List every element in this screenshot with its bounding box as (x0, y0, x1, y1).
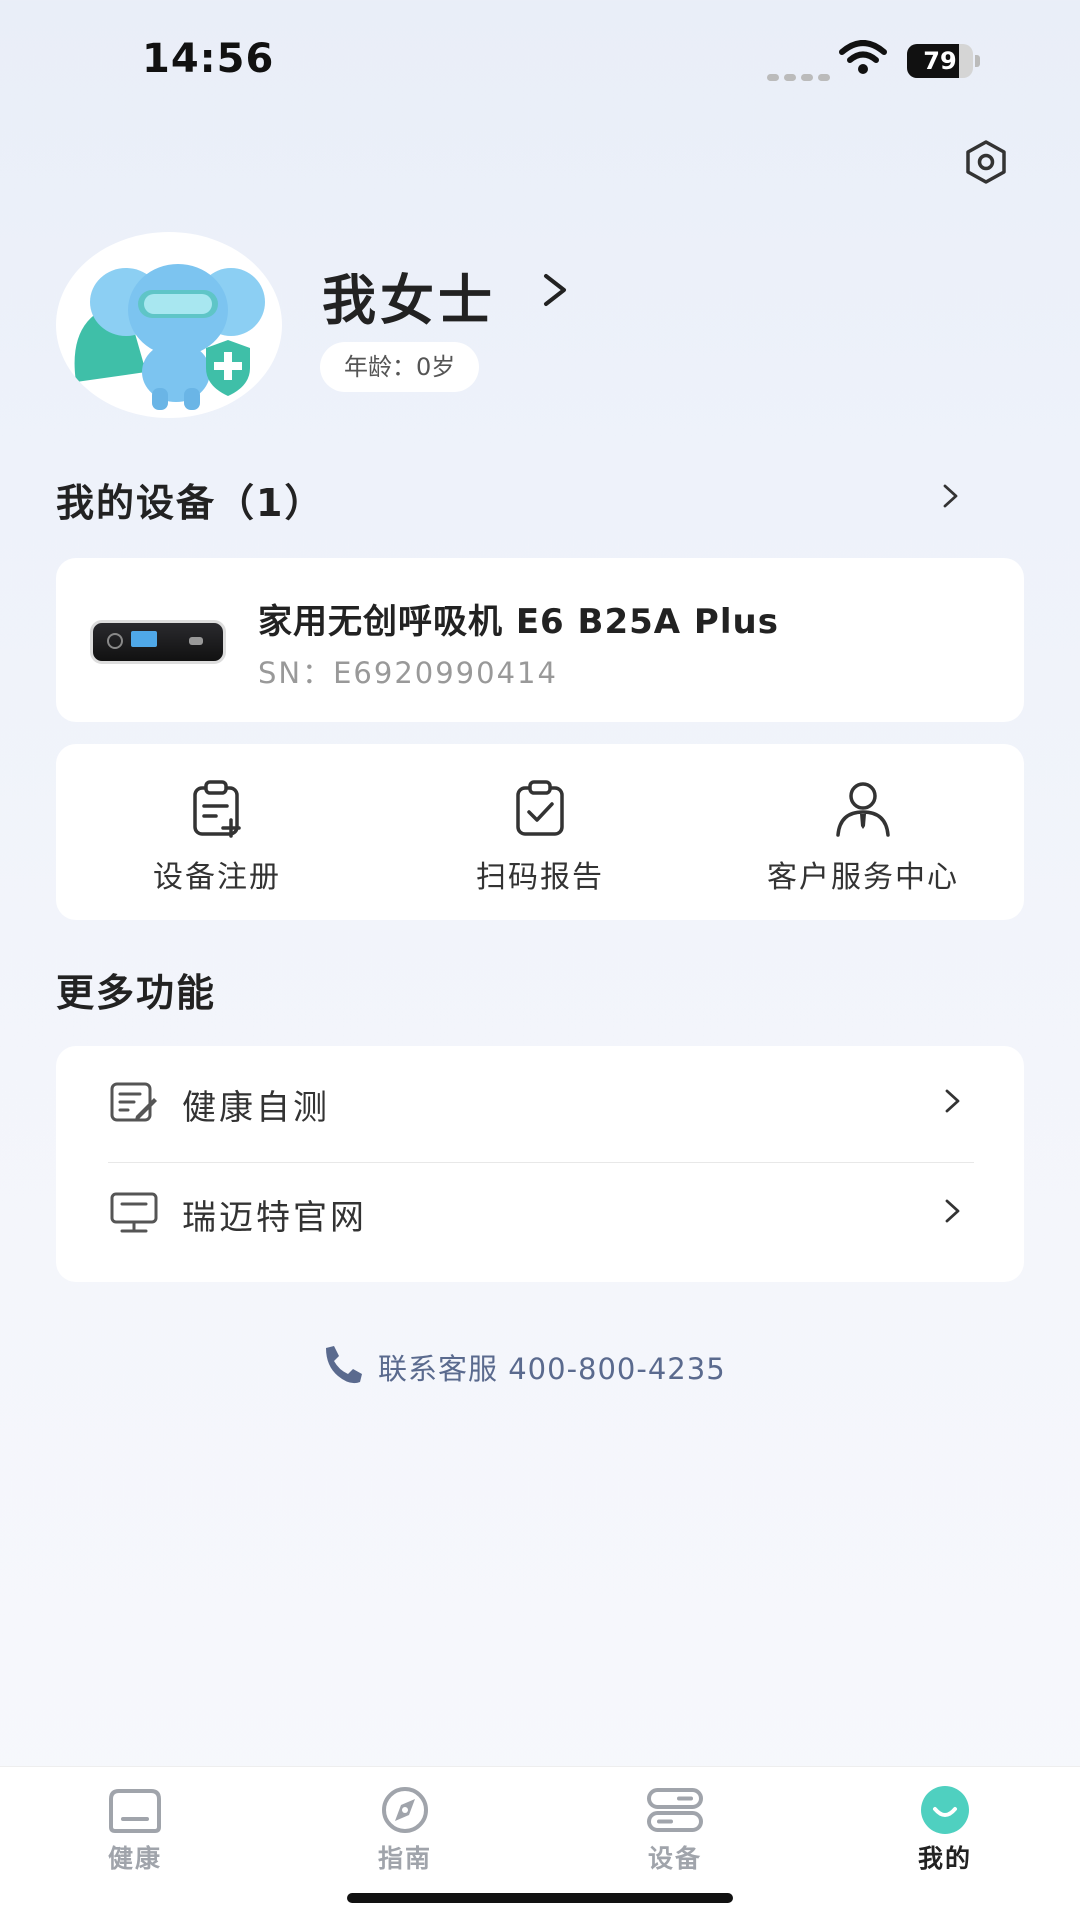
settings-button[interactable] (960, 136, 1012, 188)
tab-health-label: 健康 (107, 1844, 162, 1873)
tab-device[interactable]: 设备 (540, 1767, 810, 1887)
tab-mine-label: 我的 (917, 1844, 972, 1873)
tab-guide[interactable]: 指南 (270, 1767, 540, 1887)
elephant-mascot-illustration (74, 264, 265, 410)
settings-hexagon-icon (966, 140, 1006, 184)
chevron-right-icon (945, 1089, 960, 1113)
official-website-label: 瑞迈特官网 (182, 1198, 367, 1238)
tab-health[interactable]: 健康 (0, 1767, 270, 1887)
device-register-button[interactable]: 设备注册 (56, 744, 378, 920)
wifi-icon (838, 40, 888, 80)
device-register-label: 设备注册 (153, 860, 281, 895)
clipboard-plus-icon (193, 780, 241, 838)
contact-service-text: 联系客服 400-800-4235 (378, 1352, 726, 1386)
status-time: 14:56 (142, 36, 275, 82)
cellular-signal-icon (767, 66, 835, 85)
scan-report-button[interactable]: 扫码报告 (379, 744, 701, 920)
clipboard-check-icon (516, 780, 564, 836)
battery-level: 79 (923, 47, 957, 75)
monitor-icon (110, 1192, 158, 1233)
contact-service-link[interactable]: 联系客服 400-800-4235 (320, 1344, 725, 1386)
tab-device-label: 设备 (647, 1844, 702, 1873)
health-test-label: 健康自测 (182, 1088, 330, 1128)
device-serial-number: SN：E6920990414 (258, 656, 558, 690)
customer-service-button[interactable]: 客户服务中心 (702, 744, 1024, 920)
chevron-right-icon (943, 484, 958, 508)
user-tie-icon (836, 782, 890, 837)
user-name[interactable]: 我女士 (322, 256, 496, 335)
chevron-right-icon (945, 1199, 960, 1223)
device-name: 家用无创呼吸机 E6 B25A Plus (258, 602, 779, 642)
edit-document-icon (110, 1082, 157, 1122)
my-devices-title: 我的设备（1） (56, 481, 325, 525)
device-toggle-icon (647, 1788, 703, 1832)
avatar[interactable] (56, 232, 282, 418)
battery-indicator: 79 (907, 44, 981, 78)
tab-guide-label: 指南 (377, 1844, 432, 1873)
more-functions-title: 更多功能 (56, 971, 217, 1015)
quick-actions-card: 设备注册 扫码报告 客户服务中心 (56, 744, 1024, 920)
home-icon (109, 1789, 161, 1833)
smile-circle-icon (921, 1786, 969, 1834)
my-devices-more-button[interactable] (938, 484, 962, 512)
customer-service-label: 客户服务中心 (767, 860, 959, 895)
health-test-item[interactable]: 健康自测 (56, 1046, 1024, 1156)
tab-mine[interactable]: 我的 (810, 1767, 1080, 1887)
chevron-right-icon (544, 274, 566, 306)
home-indicator (347, 1893, 733, 1903)
scan-report-label: 扫码报告 (476, 860, 604, 895)
profile-arrow[interactable] (540, 264, 570, 322)
more-functions-card: 健康自测 瑞迈特官网 (56, 1046, 1024, 1282)
phone-icon (326, 1346, 362, 1384)
ventilator-device-image (90, 620, 226, 664)
compass-icon (382, 1787, 428, 1833)
age-badge: 年龄：0岁 (320, 342, 480, 392)
official-website-item[interactable]: 瑞迈特官网 (56, 1156, 1024, 1266)
